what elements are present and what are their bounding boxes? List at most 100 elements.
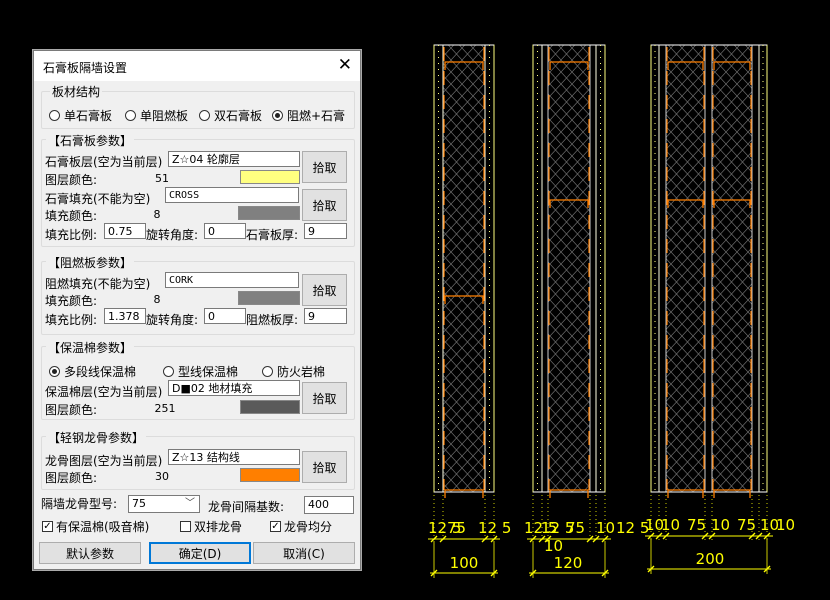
gypsum-layer-pick-button[interactable]: 拾取 <box>302 151 347 183</box>
dialog-title: 石膏板隔墙设置 <box>43 61 128 75</box>
insulation-checkbox[interactable]: ✓ 有保温棉(吸音棉) <box>42 518 149 535</box>
fireproof-fill-color-swatch[interactable] <box>238 291 300 305</box>
radio-rock-wool[interactable]: 防火岩棉 <box>262 363 325 380</box>
fireproof-fill-color-value: 8 <box>153 293 161 306</box>
radio-circle[interactable] <box>272 110 283 121</box>
insulation-layer-pick-button[interactable]: 拾取 <box>302 382 347 414</box>
dim-part-label: 10 <box>776 516 795 534</box>
insulation-hatch <box>712 45 752 492</box>
keel-params-legend: 【轻钢龙骨参数】 <box>46 429 147 446</box>
keel-spacing-label: 龙骨间隔基数: <box>208 500 285 514</box>
gypsum-thick-input[interactable]: 9 <box>304 223 347 239</box>
fireproof-thick-input[interactable]: 9 <box>304 308 347 324</box>
fireproof-fill-input[interactable]: CORK <box>165 272 299 288</box>
keel-color-label: 图层颜色: <box>45 471 98 485</box>
fireproof-fill-pick-button[interactable]: 拾取 <box>302 274 347 306</box>
insulation-color-value: 251 <box>154 402 176 415</box>
keel-type-value: 75 <box>132 497 146 510</box>
radio-profile-insulation[interactable]: 型线保温棉 <box>163 363 238 380</box>
dim-total-label: 200 <box>696 550 725 568</box>
radio-circle[interactable] <box>163 366 174 377</box>
gypsum-fill-label: 石膏填充(不能为空) <box>45 192 151 206</box>
radio-single-gypsum[interactable]: 单石膏板 <box>49 107 112 124</box>
dim-part-label: 10 <box>661 516 680 534</box>
dimension-2: 12 512 575 10 12 510120 <box>524 495 649 578</box>
keel-type-label: 隔墙龙骨型号: <box>41 497 118 511</box>
keel-even-checkbox[interactable]: ✓ 龙骨均分 <box>270 518 332 535</box>
board-right <box>484 44 495 493</box>
dim-total-label: 120 <box>554 554 583 572</box>
radio-circle[interactable] <box>262 366 273 377</box>
insulation-layer-input[interactable]: D■02 地材填充 <box>168 380 300 396</box>
gypsum-ratio-label: 填充比例: <box>45 228 98 242</box>
gypsum-color-label: 图层颜色: <box>45 173 98 187</box>
chevron-down-icon[interactable]: ﹀ <box>185 496 195 512</box>
radio-circle[interactable] <box>49 110 60 121</box>
double-keel-checkbox[interactable]: 双排龙骨 <box>180 518 242 535</box>
keel-color-swatch[interactable] <box>240 468 300 482</box>
radio-single-fireproof[interactable]: 单阻燃板 <box>125 107 188 124</box>
radio-label: 单石膏板 <box>64 109 113 123</box>
keel-spacing-input[interactable]: 400 <box>304 496 354 514</box>
board-left <box>532 44 543 493</box>
gypsum-fill-input[interactable]: CROSS <box>165 187 299 203</box>
dim-part-label: 10 <box>544 537 563 555</box>
radio-label: 防火岩棉 <box>277 365 326 379</box>
cancel-button[interactable]: 取消(C) <box>253 542 355 564</box>
gypsum-layer-input[interactable]: Z☆04 轮廓层 <box>168 151 300 167</box>
board-structure-legend: 板材结构 <box>50 83 103 100</box>
radio-circle[interactable] <box>49 366 60 377</box>
keel-layer-label: 龙骨图层(空为当前层) <box>45 454 163 468</box>
checkbox-box[interactable]: ✓ <box>42 521 53 532</box>
checkbox-box[interactable]: ✓ <box>270 521 281 532</box>
fireproof-params-legend: 【阻燃板参数】 <box>46 254 135 271</box>
gypsum-fill-pick-button[interactable]: 拾取 <box>302 189 347 221</box>
gypsum-color-value: 51 <box>155 172 169 185</box>
radio-label: 阻燃+石膏 <box>287 109 346 123</box>
default-params-button[interactable]: 默认参数 <box>39 542 141 564</box>
radio-circle[interactable] <box>125 110 136 121</box>
close-icon[interactable]: ✕ <box>338 55 352 75</box>
dimension-1: 12 575 12 5100 <box>428 495 511 578</box>
fireproof-fill-color-label: 填充颜色: <box>45 294 98 308</box>
radio-label: 型线保温棉 <box>178 365 239 379</box>
checkbox-box[interactable] <box>180 521 191 532</box>
board-left <box>433 44 444 493</box>
dim-total-label: 100 <box>450 554 479 572</box>
ok-button[interactable]: 确定(D) <box>149 542 251 564</box>
radio-label: 单阻燃板 <box>140 109 189 123</box>
dialog-titlebar[interactable]: 石膏板隔墙设置 ✕ <box>34 51 360 81</box>
dim-part-label: 12 5 <box>478 519 511 537</box>
dim-part-label: 75 <box>737 516 756 534</box>
radio-circle[interactable] <box>199 110 210 121</box>
keel-layer-input[interactable]: Z☆13 结构线 <box>168 449 300 465</box>
fireproof-angle-input[interactable]: 0 <box>204 308 246 324</box>
dim-part-label: 75 <box>566 519 585 537</box>
gypsum-angle-input[interactable]: 0 <box>204 223 246 239</box>
insulation-hatch <box>666 45 705 492</box>
gypsum-ratio-input[interactable]: 0.75 <box>104 223 146 239</box>
board-left <box>650 44 660 493</box>
keel-color-value: 30 <box>155 470 169 483</box>
board-right <box>758 44 768 493</box>
radio-label: 多段线保温棉 <box>64 365 137 379</box>
fireproof-thick-label: 阻燃板厚: <box>246 313 299 327</box>
dimension-3: 1010 75 10 75 1010200 <box>645 495 795 574</box>
keel-layer-pick-button[interactable]: 拾取 <box>302 451 347 483</box>
radio-polyline-insulation[interactable]: 多段线保温棉 <box>49 363 136 380</box>
gypsum-color-swatch[interactable] <box>240 170 300 184</box>
gypsum-fill-color-swatch[interactable] <box>238 206 300 220</box>
dim-part-label: 75 <box>447 519 466 537</box>
gypsum-fill-color-label: 填充颜色: <box>45 209 98 223</box>
radio-double-gypsum[interactable]: 双石膏板 <box>199 107 262 124</box>
gypsum-fill-color-value: 8 <box>153 208 161 221</box>
insulation-hatch <box>548 45 590 492</box>
keel-type-select[interactable]: 75 ﹀ <box>128 495 200 513</box>
fireproof-ratio-input[interactable]: 1.378 <box>104 308 146 324</box>
radio-fireproof-gypsum[interactable]: 阻燃+石膏 <box>272 107 345 124</box>
radio-label: 双石膏板 <box>214 109 263 123</box>
insulation-color-swatch[interactable] <box>240 400 300 414</box>
gypsum-params-legend: 【石膏板参数】 <box>46 132 135 149</box>
checkbox-label: 双排龙骨 <box>194 520 243 534</box>
insulation-layer-label: 保温棉层(空为当前层) <box>45 385 163 399</box>
